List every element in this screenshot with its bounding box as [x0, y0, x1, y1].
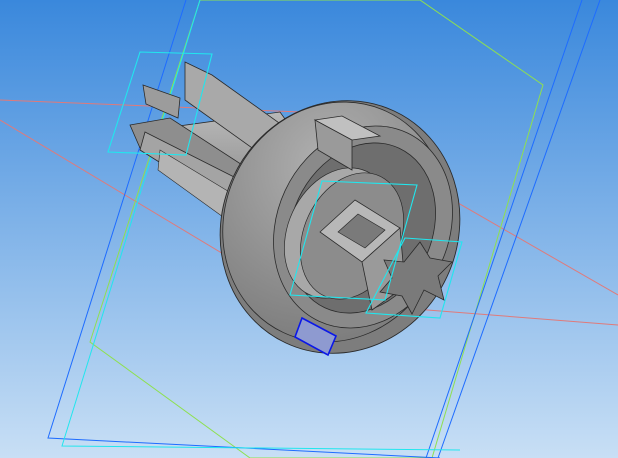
- 3d-viewport[interactable]: [0, 0, 618, 458]
- scene-canvas[interactable]: [0, 0, 618, 458]
